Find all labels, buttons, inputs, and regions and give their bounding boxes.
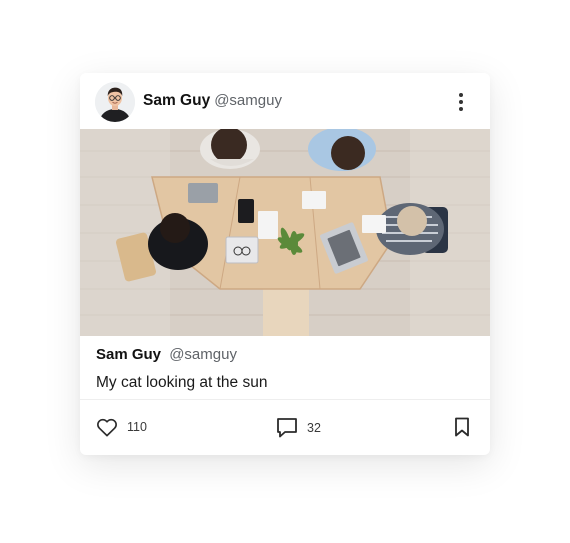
post-actions: 110 32 — [80, 400, 490, 455]
comment-icon[interactable] — [276, 417, 298, 438]
like-button[interactable]: 110 — [96, 417, 147, 437]
post-caption: Sam Guy @samguy My cat looking at the su… — [96, 346, 476, 393]
caption-author-name[interactable]: Sam Guy — [96, 346, 161, 363]
post-image[interactable] — [80, 129, 490, 336]
caption-text: My cat looking at the sun — [96, 374, 268, 391]
bookmark-icon[interactable] — [454, 417, 470, 437]
caption-author: Sam Guy @samguy — [96, 346, 476, 364]
post-card: Sam Guy @samguy Sam Guy @samguy My cat l… — [80, 73, 490, 455]
post-author: Sam Guy @samguy — [143, 92, 282, 110]
like-count: 110 — [127, 420, 147, 434]
heart-icon[interactable] — [96, 417, 118, 437]
comment-count: 32 — [307, 420, 321, 435]
post-header: Sam Guy @samguy — [80, 73, 490, 129]
caption-author-handle[interactable]: @samguy — [169, 346, 237, 363]
author-handle[interactable]: @samguy — [214, 92, 282, 109]
avatar[interactable] — [95, 82, 135, 122]
save-button[interactable] — [454, 417, 470, 437]
more-vertical-icon[interactable] — [452, 91, 470, 113]
comment-button[interactable]: 32 — [276, 417, 321, 438]
author-name[interactable]: Sam Guy — [143, 92, 210, 109]
